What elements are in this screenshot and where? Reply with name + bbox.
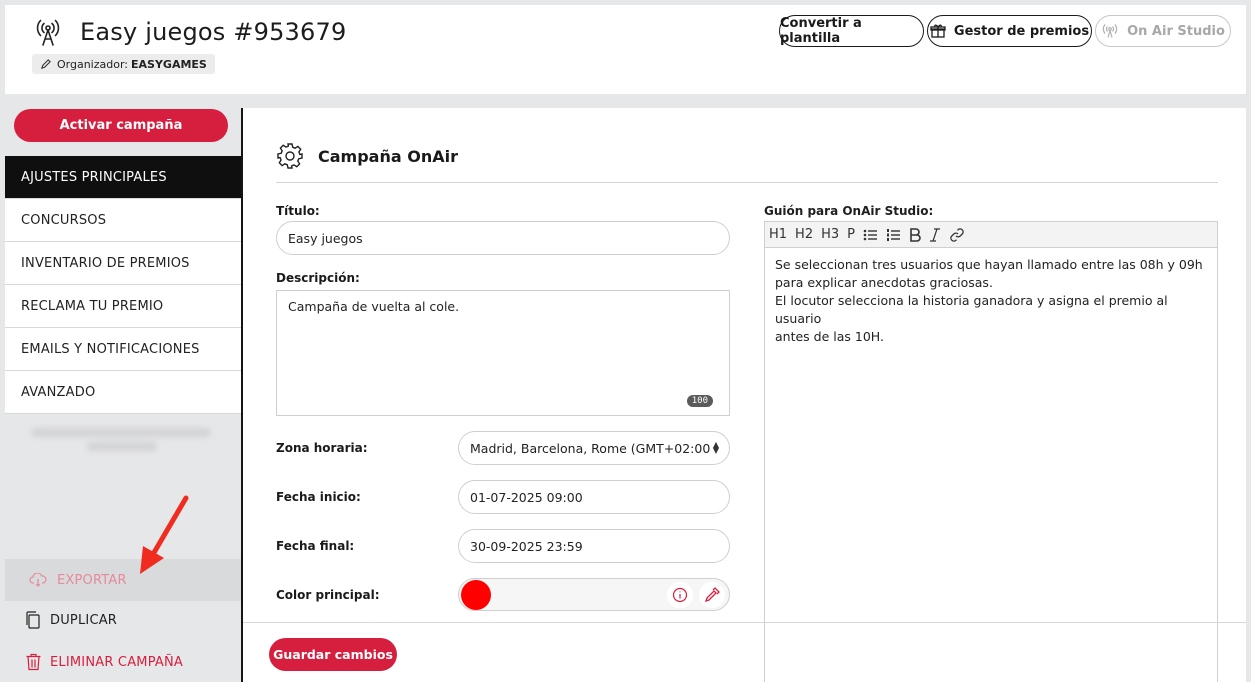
save-changes-button[interactable]: Guardar cambios <box>269 638 397 671</box>
numbered-list-icon <box>886 228 900 241</box>
color-picker[interactable] <box>458 578 730 611</box>
section-header: Campaña OnAir <box>276 142 458 170</box>
end-date-label: Fecha final: <box>276 539 355 553</box>
trash-icon <box>26 653 41 671</box>
description-text: Campaña de vuelta al cole. <box>288 299 460 314</box>
script-line: Se seleccionan tres usuarios que hayan l… <box>775 257 1203 272</box>
broadcast-antenna-icon <box>36 19 60 46</box>
title-input[interactable]: Easy juegos <box>276 221 730 255</box>
section-title: Campaña OnAir <box>318 146 458 166</box>
gift-icon <box>930 24 946 38</box>
sidebar-item-prize-inventory[interactable]: INVENTARIO DE PREMIOS <box>5 242 241 285</box>
italic-icon <box>929 227 940 242</box>
script-editor: H1 H2 H3 P Se seleccionan tres usuarios … <box>764 221 1218 682</box>
select-arrows-icon: ▲ ▼ <box>712 440 719 455</box>
activate-campaign-button[interactable]: Activar campaña <box>14 109 228 142</box>
italic-button[interactable] <box>929 227 941 242</box>
sidebar-item-claim-prize[interactable]: RECLAMA TU PREMIO <box>5 285 241 328</box>
h1-button[interactable]: H1 <box>769 227 787 242</box>
end-date-input[interactable]: 30-09-2025 23:59 <box>458 529 730 563</box>
start-date-input[interactable]: 01-07-2025 09:00 <box>458 480 730 514</box>
gear-icon <box>277 143 303 169</box>
sidebar-item-contests[interactable]: CONCURSOS <box>5 199 241 242</box>
delete-campaign-button[interactable]: ELIMINAR CAMPAÑA <box>25 653 183 671</box>
h2-button[interactable]: H2 <box>795 227 813 242</box>
section-divider <box>276 182 1218 183</box>
broadcast-icon <box>1102 24 1118 38</box>
organizer-label: Organizador: <box>57 57 129 71</box>
eyedropper-icon <box>704 587 720 603</box>
convert-template-button[interactable]: Convertir a plantilla <box>779 15 924 47</box>
script-line: antes de las 10H. <box>775 329 884 344</box>
start-date-label: Fecha inicio: <box>276 490 361 504</box>
info-icon <box>672 587 688 603</box>
info-button[interactable] <box>667 582 693 608</box>
prize-manager-button[interactable]: Gestor de premios <box>927 15 1092 47</box>
copy-icon <box>26 611 40 629</box>
main-color-label: Color principal: <box>276 588 380 602</box>
organizer-value: EASYGAMES <box>131 57 207 71</box>
blurred-content <box>31 428 211 437</box>
script-content[interactable]: Se seleccionan tres usuarios que hayan l… <box>765 248 1217 354</box>
export-button[interactable]: EXPORTAR <box>5 559 241 601</box>
onair-studio-label: On Air Studio <box>1127 23 1225 39</box>
numbered-list-button[interactable] <box>886 228 901 242</box>
sidebar-nav: AJUSTES PRINCIPALES CONCURSOS INVENTARIO… <box>5 156 241 414</box>
script-label: Guión para OnAir Studio: <box>764 204 934 218</box>
timezone-value: Madrid, Barcelona, Rome (GMT+02:00 <box>470 440 711 456</box>
blurred-content <box>87 442 157 451</box>
character-counter: 100 <box>686 395 713 407</box>
footer-divider <box>243 622 1246 623</box>
h3-button[interactable]: H3 <box>821 227 839 242</box>
bullet-list-button[interactable] <box>863 228 878 242</box>
script-line: El locutor selecciona la historia ganado… <box>775 293 1168 326</box>
convert-template-label: Convertir a plantilla <box>780 16 862 46</box>
link-icon <box>950 227 964 242</box>
editor-toolbar: H1 H2 H3 P <box>765 222 1217 248</box>
duplicate-label: DUPLICAR <box>50 612 118 628</box>
cloud-download-icon <box>29 573 47 587</box>
bullet-list-icon <box>863 229 877 240</box>
delete-campaign-label: ELIMINAR CAMPAÑA <box>50 654 184 670</box>
link-button[interactable] <box>949 227 965 243</box>
onair-studio-button[interactable]: On Air Studio <box>1095 15 1231 47</box>
sidebar-item-advanced[interactable]: AVANZADO <box>5 371 241 414</box>
page-title: Easy juegos #953679 <box>80 18 347 46</box>
pencil-icon <box>40 58 51 69</box>
color-swatch[interactable] <box>461 580 491 610</box>
sidebar-item-emails[interactable]: EMAILS Y NOTIFICACIONES <box>5 328 241 371</box>
main-panel: Campaña OnAir Título: Easy juegos Descri… <box>243 108 1246 682</box>
script-line: para explicar anecdotas graciosas. <box>775 275 993 290</box>
sidebar-item-main-settings[interactable]: AJUSTES PRINCIPALES <box>5 156 241 199</box>
description-label: Descripción: <box>276 271 360 285</box>
bold-button[interactable] <box>909 227 921 242</box>
export-label: EXPORTAR <box>57 572 127 588</box>
paragraph-button[interactable]: P <box>847 227 855 242</box>
timezone-select[interactable]: Madrid, Barcelona, Rome (GMT+02:00 ▲ ▼ <box>458 431 730 465</box>
duplicate-button[interactable]: DUPLICAR <box>25 611 117 629</box>
page-header: Easy juegos #953679 Organizador: EASYGAM… <box>5 5 1246 94</box>
sidebar: Activar campaña AJUSTES PRINCIPALES CONC… <box>5 95 241 682</box>
description-textarea[interactable]: Campaña de vuelta al cole. 100 <box>276 290 730 416</box>
title-label: Título: <box>276 204 320 218</box>
eyedropper-button[interactable] <box>699 582 725 608</box>
organizer-badge: Organizador: EASYGAMES <box>32 54 215 74</box>
timezone-label: Zona horaria: <box>276 441 368 455</box>
bold-icon <box>910 227 921 242</box>
annotation-arrow-icon <box>140 495 189 574</box>
prize-manager-label: Gestor de premios <box>953 23 1090 39</box>
